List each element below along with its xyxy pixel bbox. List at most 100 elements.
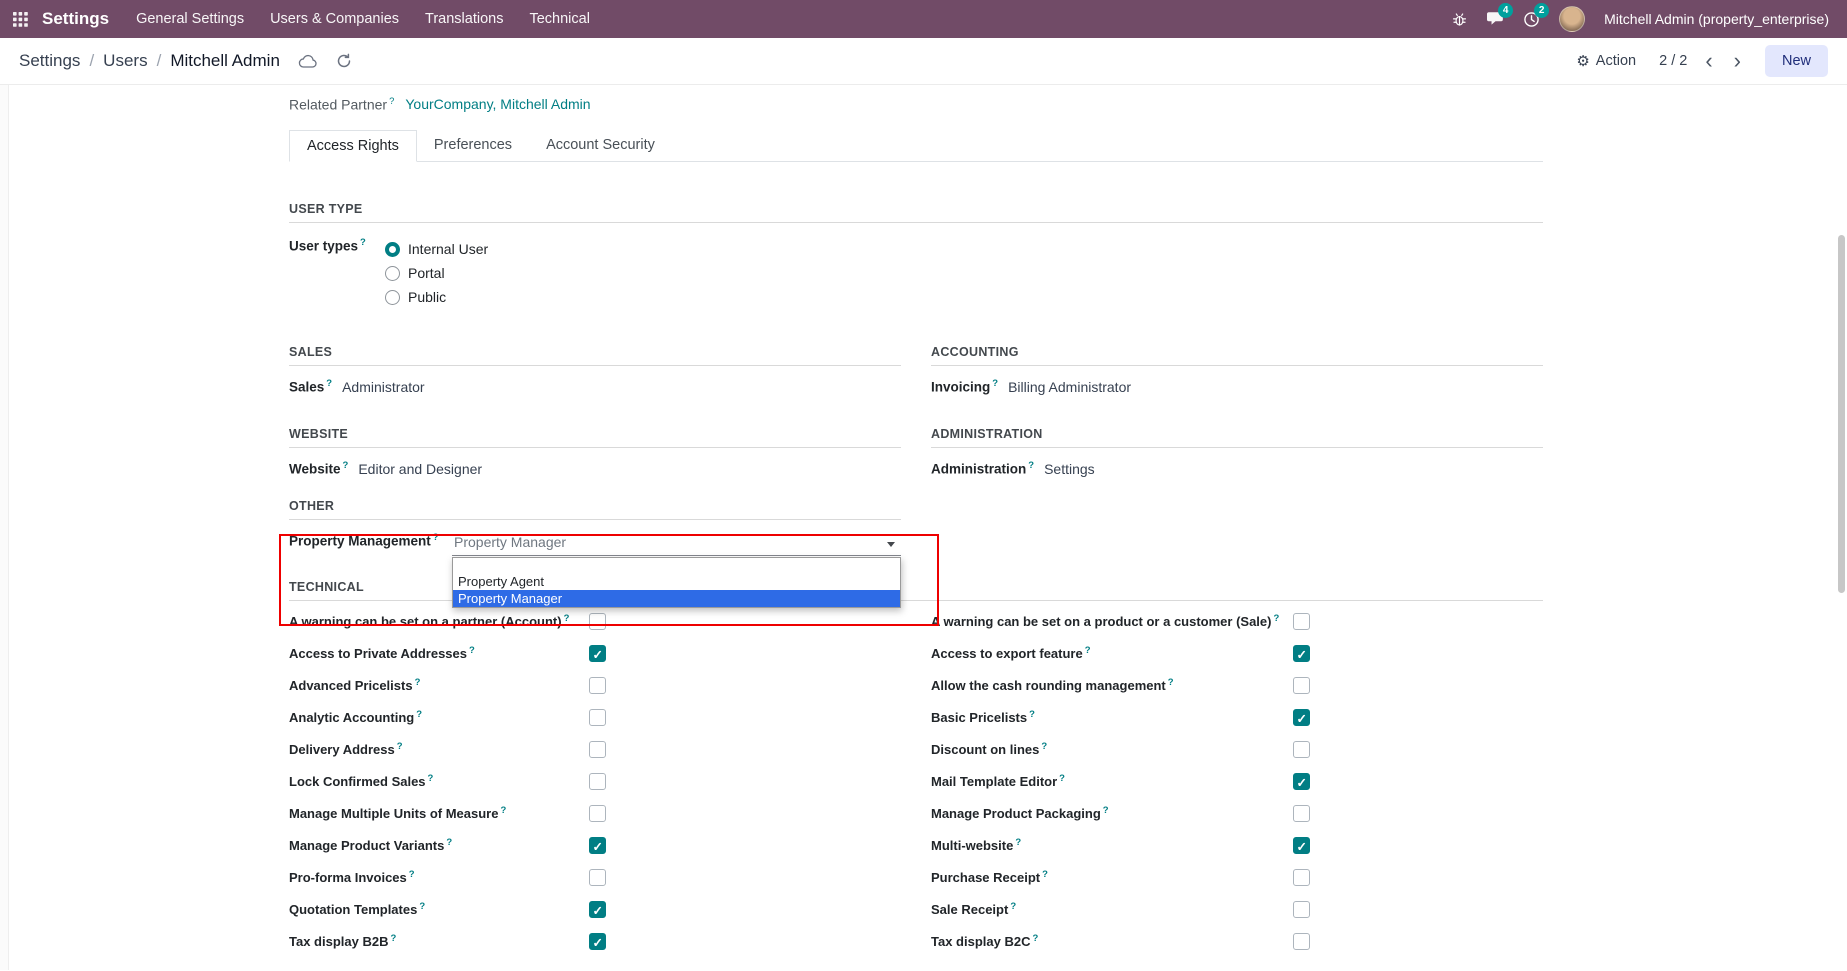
- checkbox-delivery-address[interactable]: [589, 741, 606, 758]
- checkbox-advanced-pricelists[interactable]: [589, 677, 606, 694]
- help-icon[interactable]: ?: [419, 901, 425, 912]
- action-menu[interactable]: ⚙ Action: [1576, 53, 1636, 69]
- help-icon[interactable]: ?: [415, 677, 421, 688]
- checkbox-manage-multiple-units-of-measure[interactable]: [589, 805, 606, 822]
- help-icon[interactable]: ?: [390, 933, 396, 944]
- help-icon[interactable]: ?: [389, 96, 394, 107]
- top-menu-technical[interactable]: Technical: [516, 0, 602, 38]
- help-icon[interactable]: ?: [428, 773, 434, 784]
- checkbox-discount-on-lines[interactable]: [1293, 741, 1310, 758]
- help-icon[interactable]: ?: [1085, 645, 1091, 656]
- help-icon[interactable]: ?: [446, 837, 452, 848]
- tab-account-security[interactable]: Account Security: [529, 130, 672, 162]
- help-icon[interactable]: ?: [1168, 677, 1174, 688]
- permission-groups: SALESSales?AdministratorACCOUNTINGInvoic…: [289, 345, 1543, 481]
- help-icon[interactable]: ?: [360, 237, 366, 248]
- top-menu-users-companies[interactable]: Users & Companies: [257, 0, 412, 38]
- radio-portal[interactable]: [385, 266, 400, 281]
- help-icon[interactable]: ?: [1059, 773, 1065, 784]
- help-icon[interactable]: ?: [1032, 933, 1038, 944]
- help-icon[interactable]: ?: [469, 645, 475, 656]
- field-value-website[interactable]: Editor and Designer: [358, 461, 482, 477]
- top-menu-general-settings[interactable]: General Settings: [123, 0, 257, 38]
- breadcrumb-settings[interactable]: Settings: [19, 51, 80, 71]
- section-divider-sales: [289, 365, 901, 366]
- help-icon[interactable]: ?: [564, 613, 570, 624]
- checkbox-tax-display-b2c[interactable]: [1293, 933, 1310, 950]
- checkbox-multi-website[interactable]: [1293, 837, 1310, 854]
- breadcrumb: Settings/Users/Mitchell Admin: [19, 51, 280, 71]
- checkbox-purchase-receipt[interactable]: [1293, 869, 1310, 886]
- dropdown-option-property-agent[interactable]: Property Agent: [453, 573, 900, 590]
- app-name[interactable]: Settings: [42, 9, 109, 29]
- dropdown-option-property-manager[interactable]: Property Manager: [453, 590, 900, 607]
- radio-public[interactable]: [385, 290, 400, 305]
- checkbox-access-to-export-feature[interactable]: [1293, 645, 1310, 662]
- checkbox-a-warning-can-be-set-on-a-product-or-a-customer-sale[interactable]: [1293, 613, 1310, 630]
- tab-access-rights[interactable]: Access Rights: [289, 130, 417, 162]
- related-partner-link[interactable]: YourCompany, Mitchell Admin: [405, 96, 590, 112]
- pager-previous-button[interactable]: ‹: [1702, 50, 1715, 72]
- user-type-option-portal: Portal: [385, 261, 1543, 285]
- help-icon[interactable]: ?: [433, 532, 439, 543]
- help-icon[interactable]: ?: [1041, 741, 1047, 752]
- checkbox-pro-forma-invoices[interactable]: [589, 869, 606, 886]
- field-label-basic-pricelists: Basic Pricelists?: [931, 710, 1035, 725]
- checkbox-sale-receipt[interactable]: [1293, 901, 1310, 918]
- radio-label-internal-user[interactable]: Internal User: [408, 241, 488, 257]
- checkbox-lock-confirmed-sales[interactable]: [589, 773, 606, 790]
- checkbox-basic-pricelists[interactable]: [1293, 709, 1310, 726]
- help-icon[interactable]: ?: [500, 805, 506, 816]
- checkbox-manage-product-variants[interactable]: [589, 837, 606, 854]
- group-administration: ADMINISTRATIONAdministration?Settings: [931, 427, 1543, 481]
- related-partner-label-text: Related Partner: [289, 96, 387, 112]
- help-icon[interactable]: ?: [992, 378, 998, 389]
- user-avatar[interactable]: [1559, 6, 1585, 32]
- discard-refresh-icon[interactable]: [336, 53, 352, 69]
- help-icon[interactable]: ?: [1103, 805, 1109, 816]
- field-value-invoicing[interactable]: Billing Administrator: [1008, 379, 1131, 395]
- checkbox-mail-template-editor[interactable]: [1293, 773, 1310, 790]
- radio-label-portal[interactable]: Portal: [408, 265, 445, 281]
- new-button[interactable]: New: [1765, 45, 1828, 77]
- help-icon[interactable]: ?: [1010, 901, 1016, 912]
- breadcrumb-mitchell-admin[interactable]: Mitchell Admin: [170, 51, 280, 71]
- checkbox-tax-display-b2b[interactable]: [589, 933, 606, 950]
- checkbox-a-warning-can-be-set-on-a-partner-account[interactable]: [589, 613, 606, 630]
- checkbox-analytic-accounting[interactable]: [589, 709, 606, 726]
- activities-clock-icon[interactable]: 2: [1523, 11, 1540, 28]
- help-icon[interactable]: ?: [416, 709, 422, 720]
- apps-menu-icon[interactable]: [0, 0, 40, 38]
- help-icon[interactable]: ?: [1273, 613, 1279, 624]
- help-icon[interactable]: ?: [343, 460, 349, 471]
- help-icon[interactable]: ?: [397, 741, 403, 752]
- cloud-save-icon[interactable]: [298, 54, 318, 69]
- field-value-administration[interactable]: Settings: [1044, 461, 1095, 477]
- breadcrumb-users[interactable]: Users: [103, 51, 147, 71]
- debug-bug-icon[interactable]: [1451, 11, 1468, 28]
- radio-label-public[interactable]: Public: [408, 289, 446, 305]
- radio-internal-user[interactable]: [385, 242, 400, 257]
- help-icon[interactable]: ?: [1029, 709, 1035, 720]
- help-icon[interactable]: ?: [326, 378, 332, 389]
- technical-column-right: A warning can be set on a product or a c…: [931, 613, 1543, 965]
- dropdown-option-blank[interactable]: [453, 558, 900, 573]
- checkbox-allow-the-cash-rounding-management[interactable]: [1293, 677, 1310, 694]
- tab-preferences[interactable]: Preferences: [417, 130, 529, 162]
- user-types-row: User types? Internal UserPortalPublic: [289, 237, 1543, 309]
- field-value-sales[interactable]: Administrator: [342, 379, 424, 395]
- scrollbar-thumb[interactable]: [1838, 235, 1845, 593]
- messages-chat-icon[interactable]: 4: [1487, 11, 1504, 27]
- pager-next-button[interactable]: ›: [1731, 50, 1744, 72]
- help-icon[interactable]: ?: [1042, 869, 1048, 880]
- checkbox-access-to-private-addresses[interactable]: [589, 645, 606, 662]
- messages-badge: 4: [1498, 3, 1513, 18]
- help-icon[interactable]: ?: [1015, 837, 1021, 848]
- help-icon[interactable]: ?: [409, 869, 415, 880]
- checkbox-manage-product-packaging[interactable]: [1293, 805, 1310, 822]
- user-menu[interactable]: Mitchell Admin (property_enterprise): [1604, 11, 1829, 27]
- property-management-select[interactable]: Property Manager: [452, 532, 901, 556]
- checkbox-quotation-templates[interactable]: [589, 901, 606, 918]
- top-menu-translations[interactable]: Translations: [412, 0, 516, 38]
- help-icon[interactable]: ?: [1028, 460, 1034, 471]
